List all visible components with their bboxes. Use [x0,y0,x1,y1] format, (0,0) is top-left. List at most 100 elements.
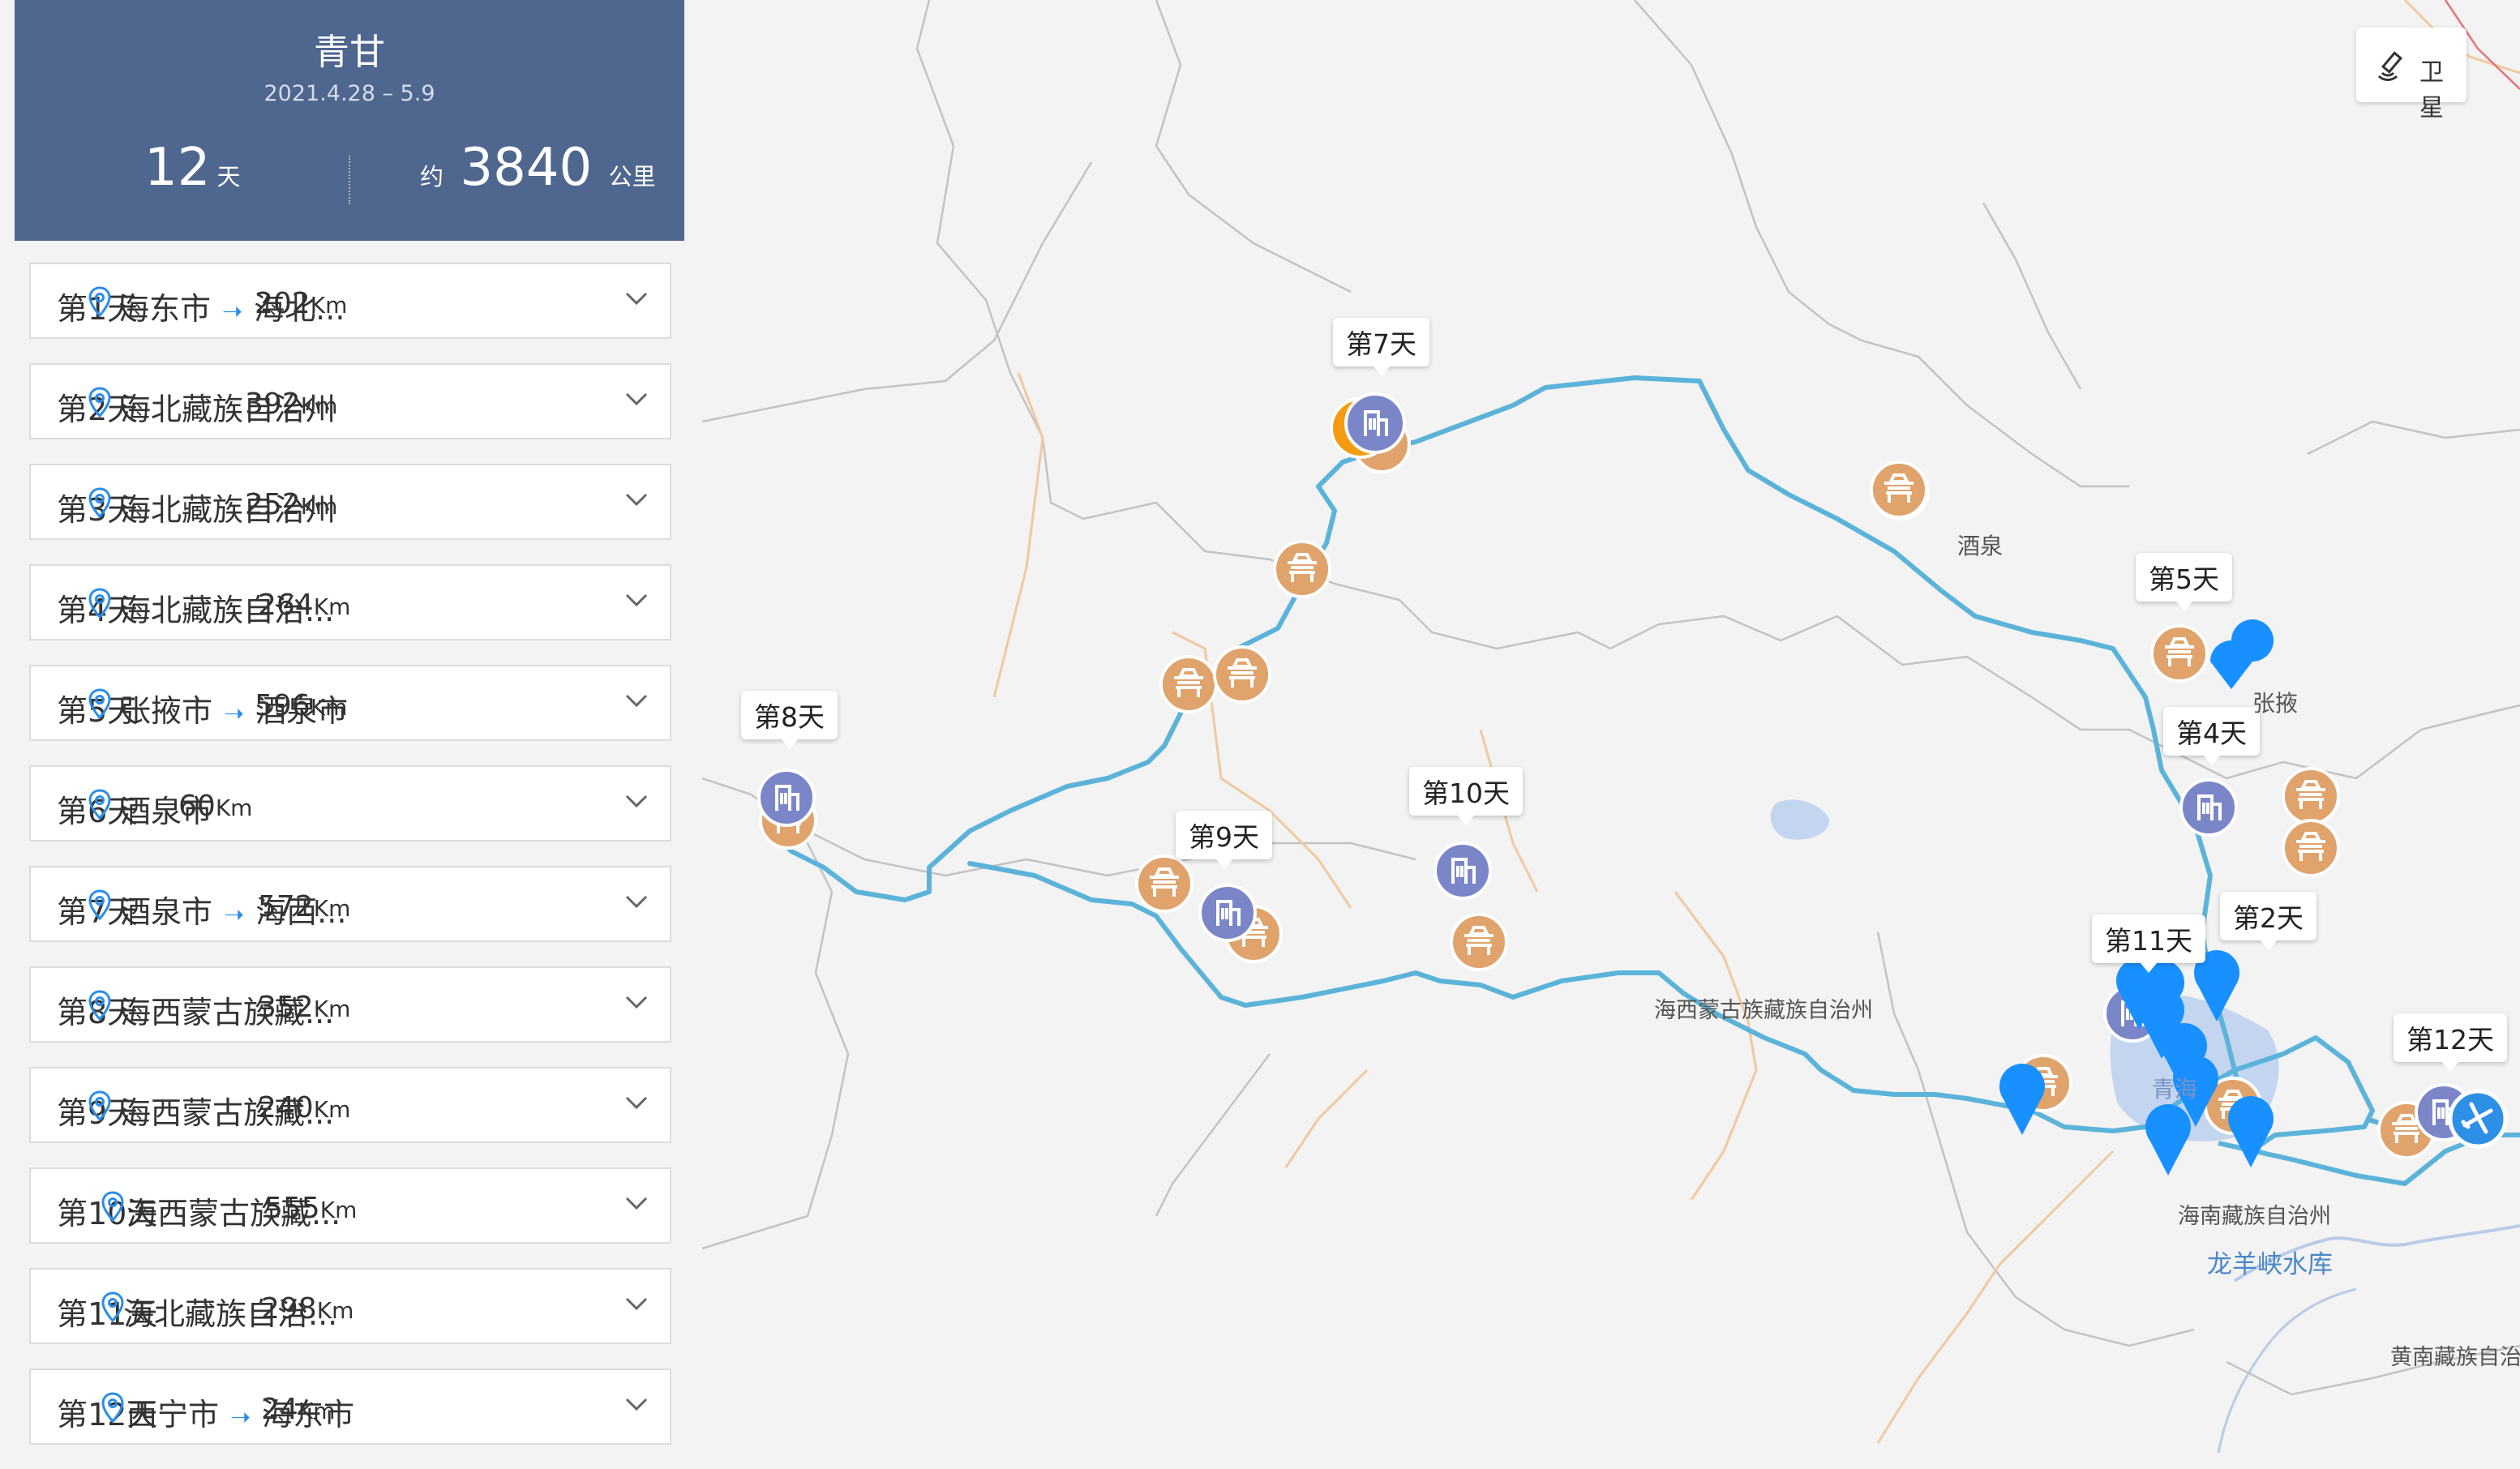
distance-value: 252 [245,488,301,521]
day-distance: 252Km [245,488,337,521]
day-4-callout[interactable]: 第4天 [2163,707,2260,765]
day-row[interactable]: 第8天 海西蒙古族藏... 352Km [29,966,671,1043]
small-lake [1770,799,1830,840]
route-from: 酒泉市 [120,894,213,930]
distance-value: 596 [255,689,311,722]
route-from: 张掖市 [120,693,213,729]
day-row[interactable]: 第11天 海北藏族自治... 298Km [29,1268,671,1344]
trip-summary-header: 青甘 2021.4.28 – 5.9 12 天 约 3840 公里 [15,0,684,241]
chevron-down-icon[interactable] [624,893,649,910]
distance-unit: Km [313,1096,351,1123]
chevron-down-icon[interactable] [624,592,649,608]
scenic-marker-icon [1135,854,1194,913]
hotel-marker-icon [1198,884,1257,942]
day-2-callout[interactable]: 第2天 [2220,892,2316,950]
day-distance: 555Km [264,1192,357,1225]
day-distance: 264Km [258,589,350,622]
location-pin-icon [101,1392,124,1424]
distance-prefix: 约 [420,163,444,191]
route-map[interactable]: 第7天 第8天 第9天 第10天 第5天 第4天 第11天 第2天 第12天 酒… [702,0,2520,1453]
day-8-callout[interactable]: 第8天 [741,691,838,749]
day-12-callout[interactable]: 第12天 [2394,1013,2507,1072]
distance-unit: Km [298,1398,336,1424]
hotel-marker-icon [1434,842,1492,900]
hotel-marker-icon [757,769,816,827]
scenic-marker-icon [2150,624,2209,683]
distance-value: 3840 [460,138,593,198]
stat-divider [349,156,350,204]
day-9-callout[interactable]: 第9天 [1176,811,1272,869]
days-value: 12 [144,138,211,198]
route-arrow-icon: ➝ [224,700,245,728]
day-distance: 572Km [258,890,350,923]
day-row[interactable]: 第10天 海西蒙古族藏... 555Km [29,1167,671,1244]
map-label-hainan: 海南藏族自治州 [2178,1204,2331,1229]
map-label-longyangxia: 龙羊峡水库 [2207,1250,2333,1279]
scenic-marker-icon [2282,767,2340,825]
distance-value: 240 [258,1091,314,1124]
distance-value: 264 [258,589,314,622]
chevron-down-icon[interactable] [624,1094,649,1111]
chevron-down-icon[interactable] [624,994,649,1010]
satellite-toggle-button[interactable]: 卫星 [2356,28,2466,122]
chevron-down-icon[interactable] [624,1296,649,1312]
chevron-down-icon[interactable] [624,793,649,809]
location-pin-icon [88,387,111,418]
scenic-marker-icon [1213,645,1271,704]
yellow-river [2217,1287,2357,1453]
distance-unit: Km [316,1297,354,1324]
map-label-huangnan: 黄南藏族自治 [2390,1345,2520,1370]
chevron-down-icon[interactable] [624,1195,649,1211]
chevron-down-icon[interactable] [624,491,649,508]
location-pin-icon [88,990,111,1021]
route-arrow-icon: ➝ [230,1403,251,1432]
day-row[interactable]: 第9天 海西蒙古族藏... 240Km [29,1067,671,1143]
chevron-down-icon[interactable] [624,391,649,407]
satellite-icon [2377,51,2403,81]
distance-value: 298 [261,1292,317,1326]
airport-icon [2448,1089,2508,1149]
day-row[interactable]: 第6天 酒泉市 60Km [29,765,671,842]
distance-unit: 公里 [608,163,656,191]
day-distance: 352Km [258,991,350,1024]
day-row[interactable]: 第7天 酒泉市 ➝ 海西... 572Km [29,866,671,942]
day-5-callout[interactable]: 第5天 [2136,553,2232,611]
day-distance: 24Km [261,1393,335,1426]
distance-unit: Km [300,392,338,419]
distance-unit: Km [313,895,351,922]
location-pin-icon [88,487,111,519]
distance-unit: Km [319,1197,358,1223]
day-row[interactable]: 第3天 海北藏族自治州 252Km [29,464,671,540]
day-row[interactable]: 第4天 海北藏族自治... 264Km [29,564,671,640]
distance-value: 24 [261,1393,298,1426]
location-pin-icon [1999,1064,2045,1135]
chevron-down-icon[interactable] [624,692,649,709]
map-label-qinghai-lake: 青海 [2152,1076,2198,1103]
scenic-marker-icon [2282,819,2340,877]
day-distance: 240Km [258,1091,350,1124]
chevron-down-icon[interactable] [624,290,649,306]
day-11-callout[interactable]: 第11天 [2092,914,2205,973]
scenic-marker-icon [1870,460,1928,519]
chevron-down-icon[interactable] [624,1396,649,1412]
days-count: 12 天 [144,138,240,198]
day-row[interactable]: 第12天 西宁市 ➝ 海东市 24Km [29,1368,671,1445]
distance-unit: Km [313,593,351,620]
map-label-jiuquan: 酒泉 [1957,533,2004,559]
route-arrow-icon: ➝ [222,298,243,326]
day-row[interactable]: 第1天 海东市 ➝ 海北... 202Km [29,263,671,339]
day-row[interactable]: 第2天 海北藏族自治州 392Km [29,363,671,439]
day-row[interactable]: 第5天 张掖市 ➝ 酒泉市 596Km [29,665,671,741]
location-pin-icon [101,1191,124,1223]
distance-value: 352 [258,991,314,1024]
location-pin-icon [88,286,111,318]
distance-unit: Km [300,493,338,520]
hotel-marker-icon [1344,392,1406,454]
distance-value: 555 [264,1192,320,1225]
day-7-callout[interactable]: 第7天 [1333,318,1429,376]
day-distance: 202Km [255,287,347,320]
trip-title: 青甘 [314,32,385,73]
location-pin-icon [101,1291,124,1323]
map-label-haixi: 海西蒙古族藏族自治州 [1654,998,1873,1023]
day-10-callout[interactable]: 第10天 [1409,767,1523,825]
